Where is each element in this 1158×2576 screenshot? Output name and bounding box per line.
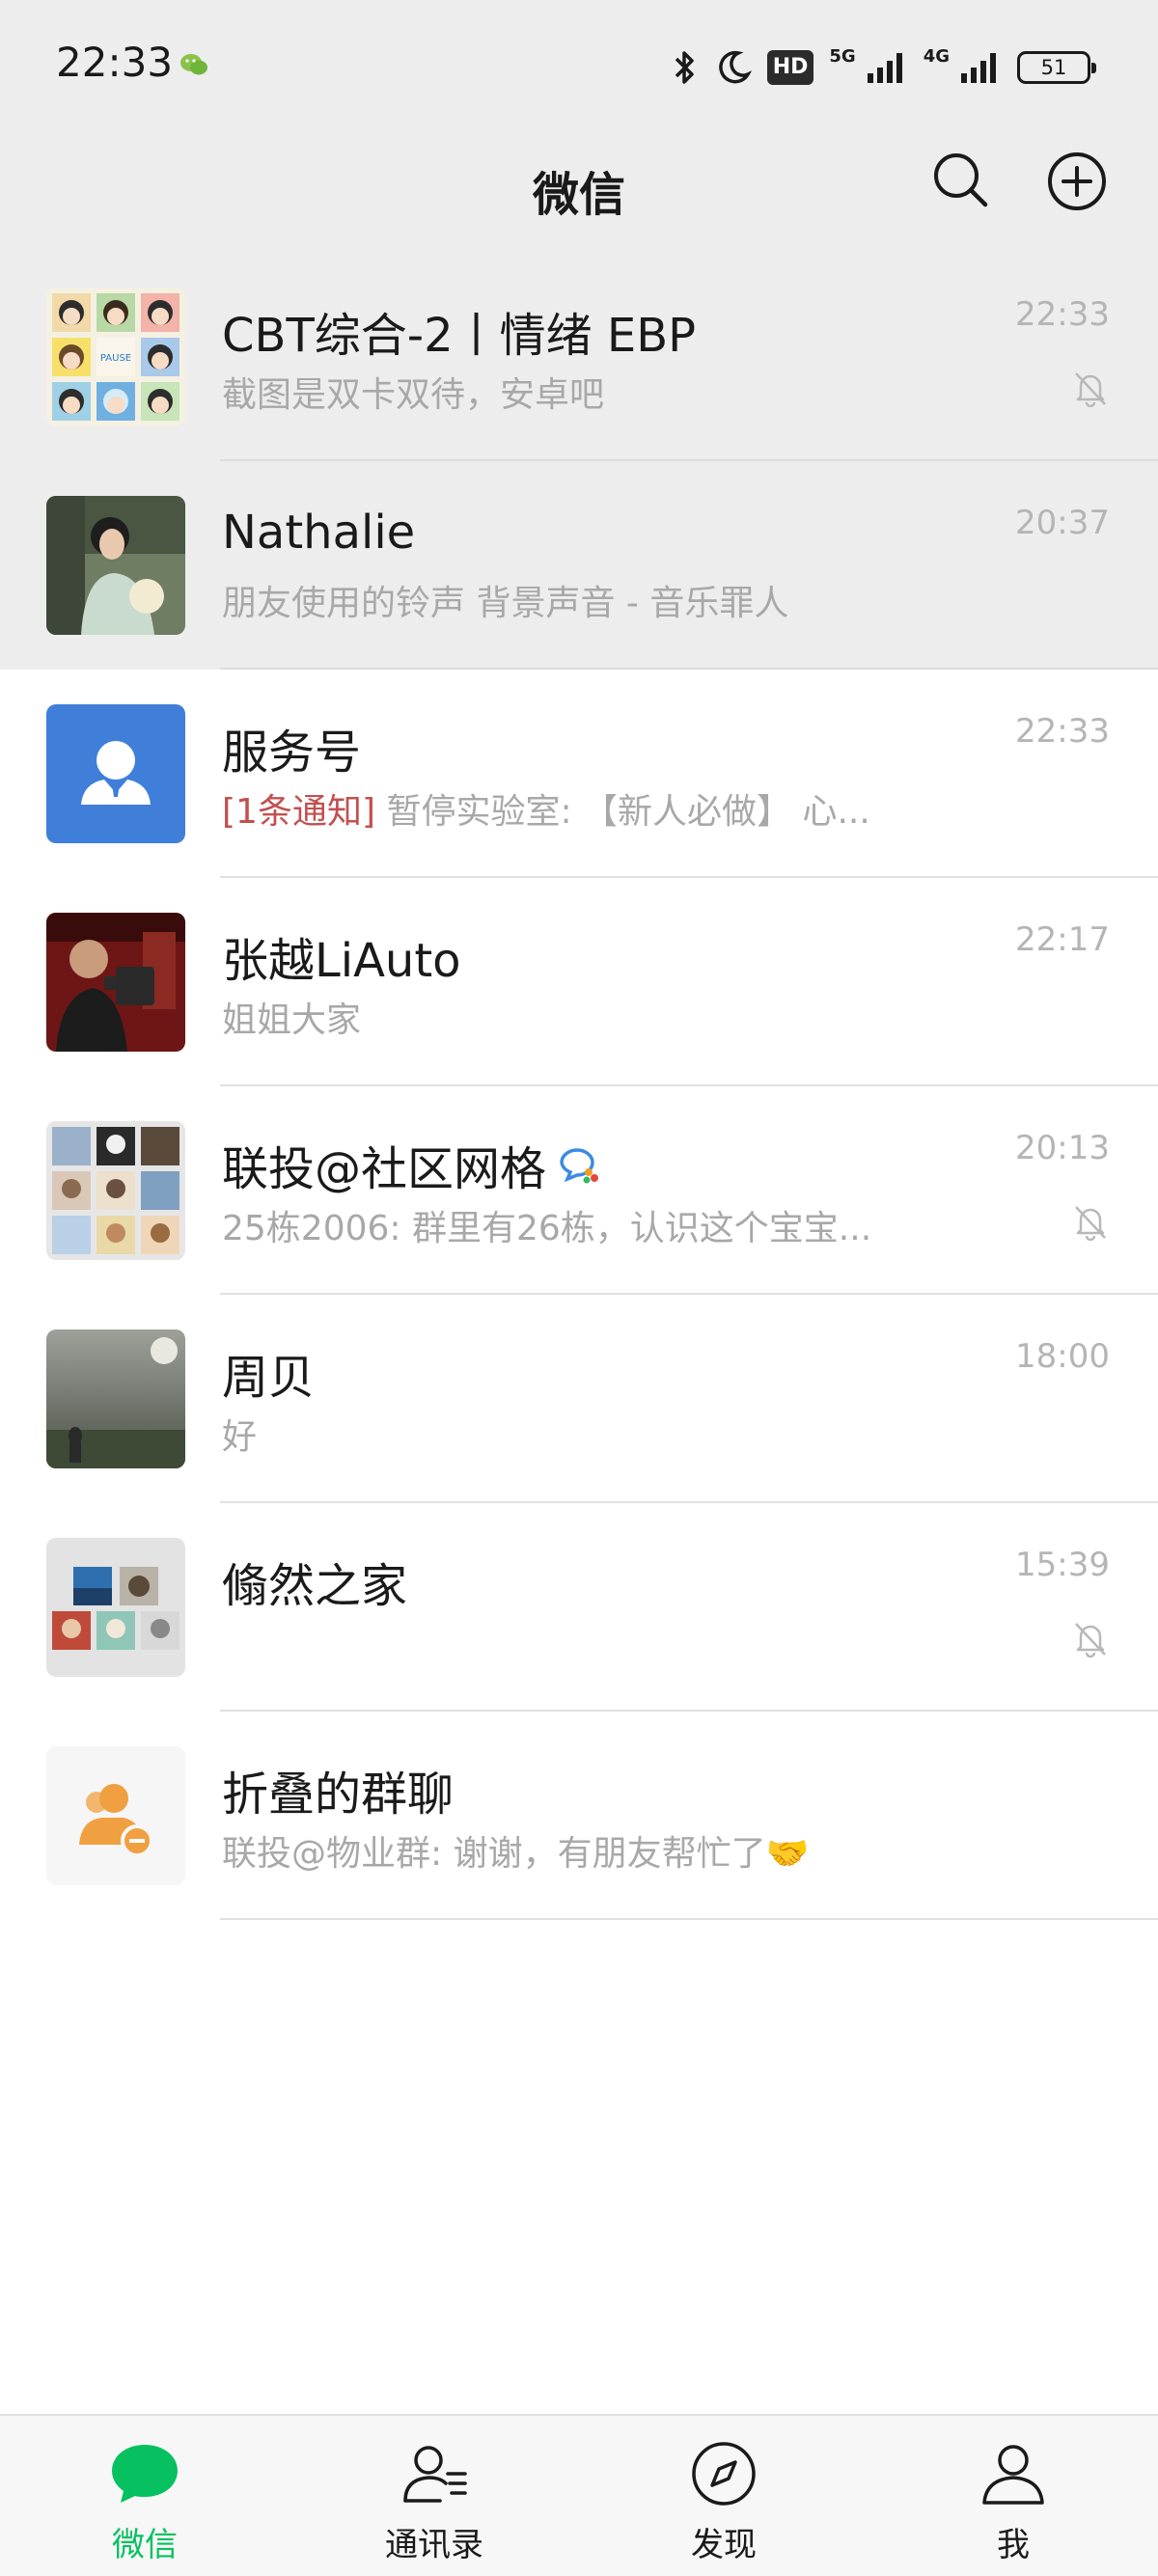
mute-bell-icon: [1075, 1623, 1106, 1658]
status-bar: 22:33 HD 5G 4G 51: [0, 0, 1158, 135]
search-icon[interactable]: [931, 151, 989, 208]
contact-avatar: [46, 496, 185, 635]
chat-name: 服务号: [222, 726, 362, 780]
chat-name: 翛然之家: [222, 1559, 408, 1613]
divider: [220, 1918, 1158, 1920]
chat-time: 22:33: [1015, 712, 1110, 751]
contact-avatar: [46, 913, 185, 1052]
service-account-avatar: [46, 704, 185, 843]
chat-name: 周贝: [222, 1351, 316, 1405]
chat-item[interactable]: 周贝 好 18:00: [0, 1295, 1158, 1503]
chat-preview: 姐姐大家: [222, 1000, 362, 1040]
chat-name: Nathalie: [222, 506, 416, 560]
chat-item[interactable]: 服务号 [1条通知] 暂停实验室: 【新人必做】 心... 22:33: [0, 670, 1158, 878]
network-label-4g: 4G: [923, 45, 950, 67]
nav-bar: 微信: [0, 135, 1158, 253]
folded-groups-avatar: [46, 1746, 185, 1885]
chat-time: 22:17: [1015, 920, 1110, 959]
chat-time: 18:00: [1015, 1337, 1110, 1376]
notification-tag: [1条通知]: [222, 792, 375, 832]
chat-name: 张越LiAuto: [222, 934, 461, 988]
tab-bar: 微信 通讯录 发现 我: [0, 2414, 1158, 2576]
chat-bubble-icon: [112, 2445, 178, 2503]
chat-time: 20:13: [1015, 1129, 1110, 1167]
tab-label: 微信: [112, 2526, 178, 2564]
chat-preview: 好: [222, 1417, 258, 1457]
group-avatar: PAUSE: [46, 288, 185, 426]
bluetooth-icon: [675, 51, 694, 84]
mute-bell-icon: [1075, 372, 1106, 407]
tab-label: 我: [997, 2526, 1030, 2564]
tab-me[interactable]: 我: [868, 2416, 1158, 2576]
chat-preview: 截图是双卡双待，安卓吧: [222, 375, 605, 415]
tab-chats[interactable]: 微信: [0, 2416, 290, 2576]
chat-preview: [1条通知] 暂停实验室: 【新人必做】 心...: [222, 792, 870, 832]
svg-text:PAUSE: PAUSE: [100, 353, 131, 364]
chat-item[interactable]: Nathalie 朋友使用的铃声 背景声音 - 音乐罪人 20:37: [0, 461, 1158, 670]
wecom-badge-icon: [560, 1148, 599, 1184]
tab-contacts[interactable]: 通讯录: [290, 2416, 579, 2576]
chat-list: PAUSE CBT综合-2丨情绪 EBP 截图是双卡双待，安卓吧 22:33 N…: [0, 253, 1158, 1920]
battery-indicator: 51: [1017, 51, 1096, 84]
signal-icon: [867, 53, 902, 83]
person-icon: [982, 2445, 1044, 2505]
plus-circle-icon[interactable]: [1046, 151, 1108, 212]
tab-discover[interactable]: 发现: [579, 2416, 868, 2576]
chat-time: 15:39: [1015, 1546, 1110, 1584]
tab-label: 通讯录: [385, 2526, 483, 2564]
tab-label: 发现: [691, 2526, 757, 2564]
group-avatar: [46, 1121, 185, 1260]
chat-item[interactable]: PAUSE CBT综合-2丨情绪 EBP 截图是双卡双待，安卓吧 22:33: [0, 253, 1158, 461]
chat-name: CBT综合-2丨情绪 EBP: [222, 309, 697, 363]
chat-time: 20:37: [1015, 504, 1110, 542]
network-label-5g: 5G: [829, 45, 856, 67]
moon-icon: [718, 50, 752, 84]
chat-item[interactable]: 翛然之家 15:39: [0, 1503, 1158, 1712]
chat-item[interactable]: 联投@社区网格 25栋2006: 群里有26栋，认识这个宝宝... 20:13: [0, 1086, 1158, 1295]
chat-item[interactable]: 折叠的群聊 联投@物业群: 谢谢，有朋友帮忙了🤝: [0, 1712, 1158, 1920]
compass-icon: [692, 2442, 756, 2506]
wechat-notification-icon: [180, 54, 207, 75]
chat-name: 联投@社区网格: [222, 1131, 600, 1198]
chat-name: 折叠的群聊: [222, 1768, 455, 1822]
wechat-screen: 22:33 HD 5G 4G 51 微信 PAUSE CBT综合-2丨情绪 EB…: [0, 0, 1158, 2576]
status-time: 22:33: [56, 39, 174, 86]
contact-avatar: [46, 1329, 185, 1468]
group-avatar: [46, 1538, 185, 1677]
contacts-icon: [403, 2446, 467, 2503]
chat-item[interactable]: 张越LiAuto 姐姐大家 22:17: [0, 878, 1158, 1086]
chat-time: 22:33: [1015, 295, 1110, 334]
mute-bell-icon: [1075, 1206, 1106, 1241]
signal-icon-2: [961, 53, 996, 83]
chat-preview: 朋友使用的铃声 背景声音 - 音乐罪人: [222, 584, 789, 623]
status-indicators: HD 5G 4G 51: [671, 42, 1096, 93]
hd-badge: HD: [766, 50, 814, 85]
chat-preview: 25栋2006: 群里有26栋，认识这个宝宝...: [222, 1209, 872, 1248]
chat-preview: 联投@物业群: 谢谢，有朋友帮忙了🤝: [222, 1834, 810, 1874]
